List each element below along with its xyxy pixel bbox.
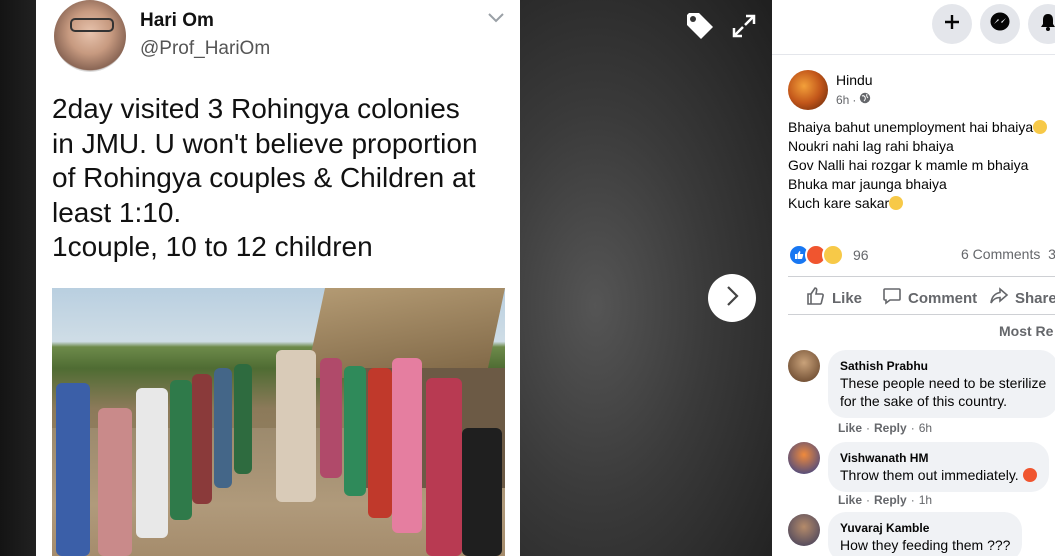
- comment-like-button[interactable]: Like: [838, 493, 862, 507]
- top-bar: [772, 0, 1055, 55]
- tweet-author-handle: @Prof_HariOm: [140, 38, 271, 59]
- tag-icon[interactable]: [684, 10, 716, 47]
- tweet-author-name: Hari Om: [140, 10, 214, 31]
- comment-reply-button[interactable]: Reply: [874, 421, 907, 435]
- next-photo-button[interactable]: [708, 274, 756, 322]
- bell-icon: [1038, 12, 1055, 37]
- notifications-button[interactable]: [1028, 4, 1055, 44]
- post-author-name[interactable]: Hindu: [836, 72, 873, 88]
- plus-icon: [942, 12, 962, 37]
- tweet-text-line: of Rohingya couples & Children at: [52, 162, 476, 193]
- divider: [788, 314, 1055, 315]
- tweet-screenshot: Hari Om @Prof_HariOm 2day visited 3 Rohi…: [36, 0, 520, 556]
- comments-count[interactable]: 6 Comments 3: [961, 246, 1055, 262]
- share-button[interactable]: Share: [989, 286, 1055, 310]
- chevron-right-icon: [725, 285, 739, 312]
- angry-emoji-icon: [1022, 468, 1037, 482]
- like-button[interactable]: Like: [806, 286, 862, 310]
- tweet-text: 2day visited 3 Rohingya colonies in JMU.…: [52, 92, 512, 265]
- comment-text: These people need to be sterilize: [840, 375, 1047, 391]
- reaction-count: 96: [853, 247, 869, 263]
- post-text-line: Gov Nalli hai rozgar k mamle m bhaiya: [788, 157, 1029, 173]
- tweet-text-line: 2day visited 3 Rohingya colonies: [52, 93, 460, 124]
- comment-bubble: Sathish Prabhu These people need to be s…: [828, 350, 1055, 418]
- messenger-button[interactable]: [980, 4, 1020, 44]
- commenter-name[interactable]: Vishwanath HM: [840, 450, 1037, 466]
- expand-icon[interactable]: [731, 13, 757, 44]
- post-text-line: Noukri nahi lag rahi bhaiya: [788, 138, 954, 154]
- commenter-avatar[interactable]: [788, 350, 820, 382]
- tweet-photo: [52, 288, 505, 556]
- chevron-down-icon: [488, 10, 504, 28]
- tweet-text-line: in JMU. U won't believe proportion: [52, 127, 478, 159]
- comment-text: Throw them out immediately.: [840, 466, 1037, 484]
- post-meta: 6h ·: [836, 92, 871, 107]
- wow-reaction-icon: [822, 244, 844, 266]
- comment-actions: Like · Reply · 6h: [838, 421, 933, 435]
- tweet-avatar: [54, 0, 126, 72]
- tweet-text-line: least 1:10.: [52, 196, 182, 228]
- comment-label: Comment: [908, 289, 978, 307]
- post-time[interactable]: 6h: [836, 93, 849, 107]
- commenter-name[interactable]: Sathish Prabhu: [840, 358, 1046, 374]
- post-panel: Hindu 6h · Bhaiya bahut unemployment hai…: [772, 0, 1055, 556]
- comment-sort-dropdown[interactable]: Most Re: [999, 323, 1053, 339]
- photo-viewer: Hari Om @Prof_HariOm 2day visited 3 Rohi…: [0, 0, 772, 556]
- comment-text: How they feeding them ???: [840, 537, 1011, 553]
- like-label: Like: [832, 289, 863, 307]
- globe-icon: [859, 92, 871, 107]
- comment-button[interactable]: Comment: [882, 286, 977, 310]
- comment-time[interactable]: 6h: [919, 421, 932, 435]
- divider: [788, 276, 1055, 277]
- post-text-line: Bhuka mar jaunga bhaiya: [788, 176, 947, 192]
- thumbs-up-icon: [806, 286, 826, 310]
- post-text-line: Kuch kare sakar: [788, 194, 1055, 213]
- meta-separator: ·: [852, 92, 857, 107]
- post-author-avatar[interactable]: [788, 70, 828, 110]
- create-button[interactable]: [932, 4, 972, 44]
- comment-icon: [882, 286, 902, 310]
- post-text-line: Bhaiya bahut unemployment hai bhaiya: [788, 118, 1055, 137]
- tweet-text-line: 1couple, 10 to 12 children: [52, 231, 373, 262]
- comment-actions: Like · Reply · 1h: [838, 493, 933, 507]
- share-icon: [989, 286, 1009, 310]
- commenter-name[interactable]: Yuvaraj Kamble: [840, 520, 1010, 536]
- comment-time[interactable]: 1h: [919, 493, 932, 507]
- comment-text: for the sake of this country.: [840, 393, 1008, 409]
- reactions-summary[interactable]: 96: [788, 244, 869, 266]
- comment-bubble: Vishwanath HM Throw them out immediately…: [828, 442, 1049, 492]
- commenter-avatar[interactable]: [788, 442, 820, 474]
- share-label: Share: [1015, 289, 1055, 307]
- shares-count: 3: [1048, 246, 1055, 262]
- post-text: Bhaiya bahut unemployment hai bhaiya Nou…: [788, 118, 1055, 213]
- crying-emoji-icon: [1033, 120, 1048, 134]
- comment-bubble: Yuvaraj Kamble How they feeding them ???: [828, 512, 1023, 556]
- dizzy-emoji-icon: [889, 196, 904, 210]
- messenger-icon: [989, 11, 1011, 38]
- comment-like-button[interactable]: Like: [838, 421, 862, 435]
- commenter-avatar[interactable]: [788, 514, 820, 546]
- comment-reply-button[interactable]: Reply: [874, 493, 907, 507]
